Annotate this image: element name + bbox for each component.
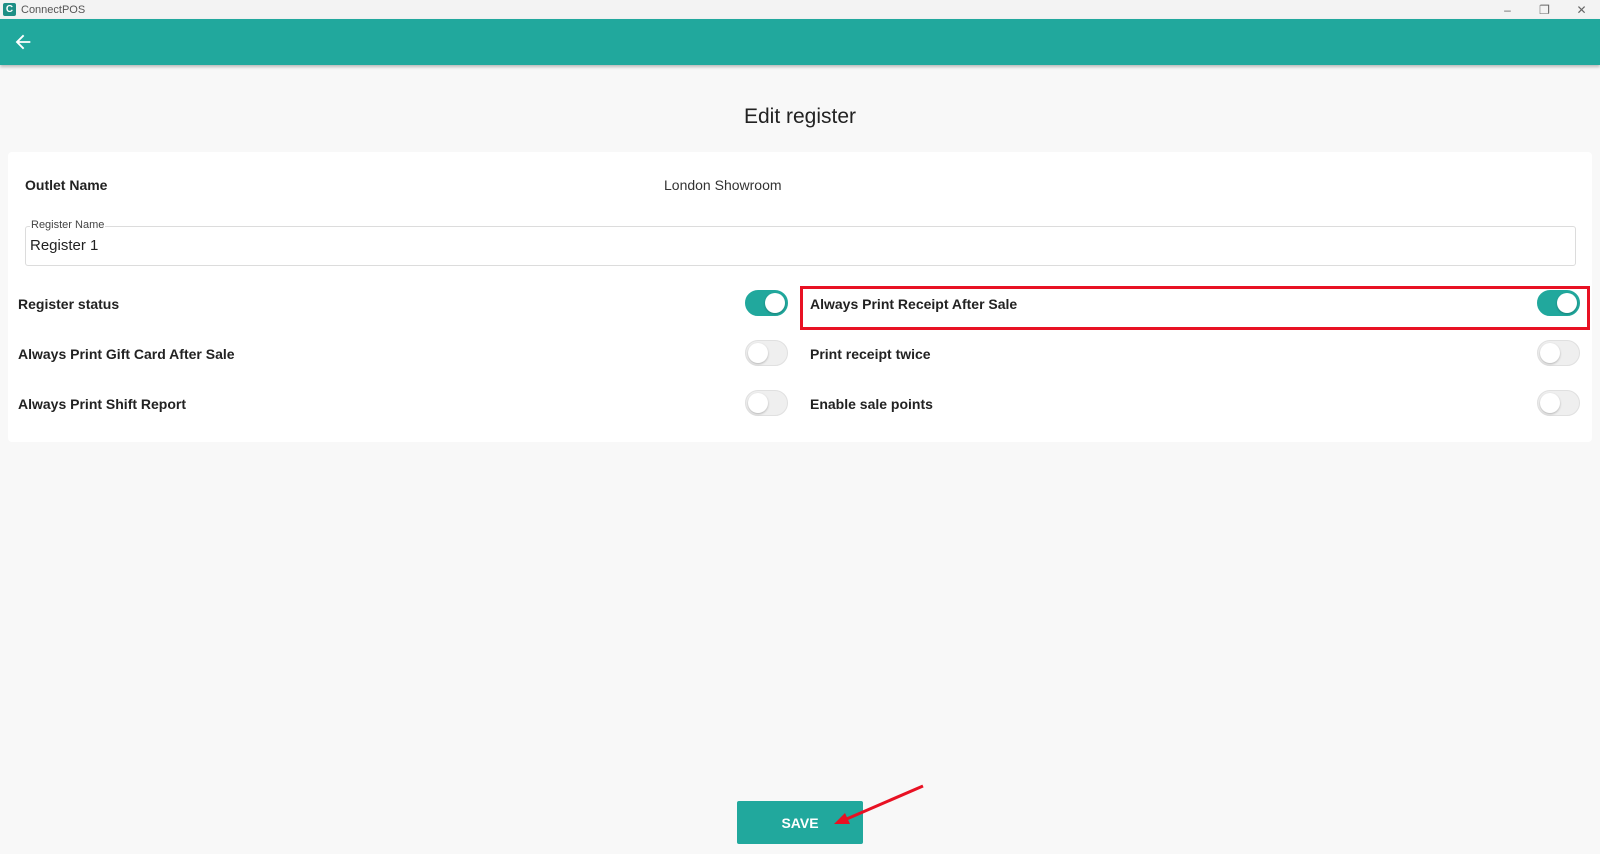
toggle-knob — [748, 343, 768, 363]
print-shift-report-toggle[interactable] — [745, 390, 788, 416]
app-bar — [0, 19, 1600, 65]
register-name-field[interactable]: Register Name — [25, 219, 1576, 266]
close-button[interactable]: ✕ — [1563, 0, 1600, 19]
outlet-name-label: Outlet Name — [25, 177, 108, 193]
print-receipt-twice-toggle[interactable] — [1537, 340, 1580, 366]
app-logo-icon: C — [3, 3, 16, 16]
minimize-button[interactable]: – — [1489, 0, 1526, 19]
enable-sale-points-label: Enable sale points — [810, 396, 933, 412]
annotation-arrow-icon — [834, 784, 924, 824]
register-name-input[interactable] — [30, 237, 1530, 254]
register-status-label: Register status — [18, 296, 120, 312]
toggle-knob — [748, 393, 768, 413]
arrow-left-icon — [15, 34, 31, 50]
toggle-knob — [1540, 343, 1560, 363]
register-status-toggle[interactable] — [745, 290, 788, 316]
print-shift-report-label: Always Print Shift Report — [18, 396, 187, 412]
print-receipt-twice-label: Print receipt twice — [810, 346, 931, 362]
window-controls: – ❐ ✕ — [1489, 0, 1600, 19]
window-title: ConnectPOS — [21, 3, 86, 16]
outlet-name-value: London Showroom — [664, 177, 782, 193]
enable-sale-points-toggle[interactable] — [1537, 390, 1580, 416]
print-gift-card-toggle[interactable] — [745, 340, 788, 366]
back-button[interactable] — [12, 31, 34, 53]
annotation-highlight-box — [800, 286, 1590, 330]
toggle-knob — [765, 293, 785, 313]
page-title: Edit register — [743, 105, 857, 128]
toggle-knob — [1540, 393, 1560, 413]
restore-button[interactable]: ❐ — [1526, 0, 1563, 19]
register-name-label: Register Name — [30, 219, 106, 231]
window-titlebar: C ConnectPOS – ❐ ✕ — [0, 0, 1600, 19]
print-gift-card-label: Always Print Gift Card After Sale — [18, 346, 235, 362]
